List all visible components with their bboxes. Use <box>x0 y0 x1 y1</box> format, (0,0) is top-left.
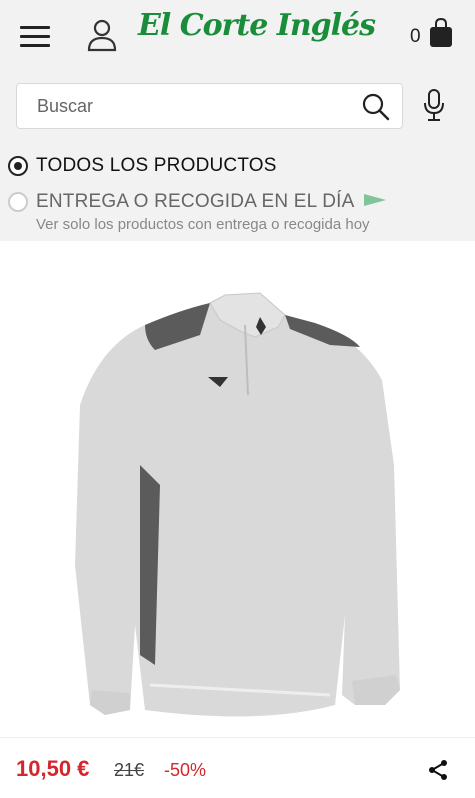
filter-same-day-delivery-label: ENTREGA O RECOGIDA EN EL DÍA <box>36 191 354 212</box>
product-image[interactable] <box>60 265 415 725</box>
current-price: 10,50 € <box>16 756 90 781</box>
filter-same-day-delivery-sublabel: Ver solo los productos con entrega o rec… <box>36 216 370 233</box>
menu-icon[interactable] <box>20 26 50 48</box>
radio-all-products[interactable] <box>8 156 28 176</box>
logo[interactable]: El Corte Inglés <box>138 8 376 43</box>
price-bar: 10,50 € 21€ -50% <box>0 737 475 798</box>
filter-same-day-delivery[interactable]: ENTREGA O RECOGIDA EN EL DÍA Ver solo lo… <box>8 191 387 233</box>
filter-all-products[interactable]: TODOS LOS PRODUCTOS <box>8 155 277 177</box>
filter-all-products-label: TODOS LOS PRODUCTOS <box>36 155 277 176</box>
shopping-bag-icon[interactable] <box>428 18 454 48</box>
product-card[interactable] <box>0 241 475 737</box>
original-price: 21€ <box>114 760 145 780</box>
radio-same-day-delivery[interactable] <box>8 192 28 212</box>
search-icon[interactable] <box>362 93 390 121</box>
flag-icon <box>363 194 386 206</box>
share-icon[interactable] <box>426 758 450 782</box>
user-icon[interactable] <box>86 18 118 52</box>
header: El Corte Inglés 0 <box>0 0 475 74</box>
discount-badge: -50% <box>164 760 207 780</box>
search-box <box>16 83 403 129</box>
cart-count: 0 <box>410 26 421 47</box>
microphone-icon[interactable] <box>422 88 446 124</box>
search-input[interactable] <box>37 94 357 118</box>
